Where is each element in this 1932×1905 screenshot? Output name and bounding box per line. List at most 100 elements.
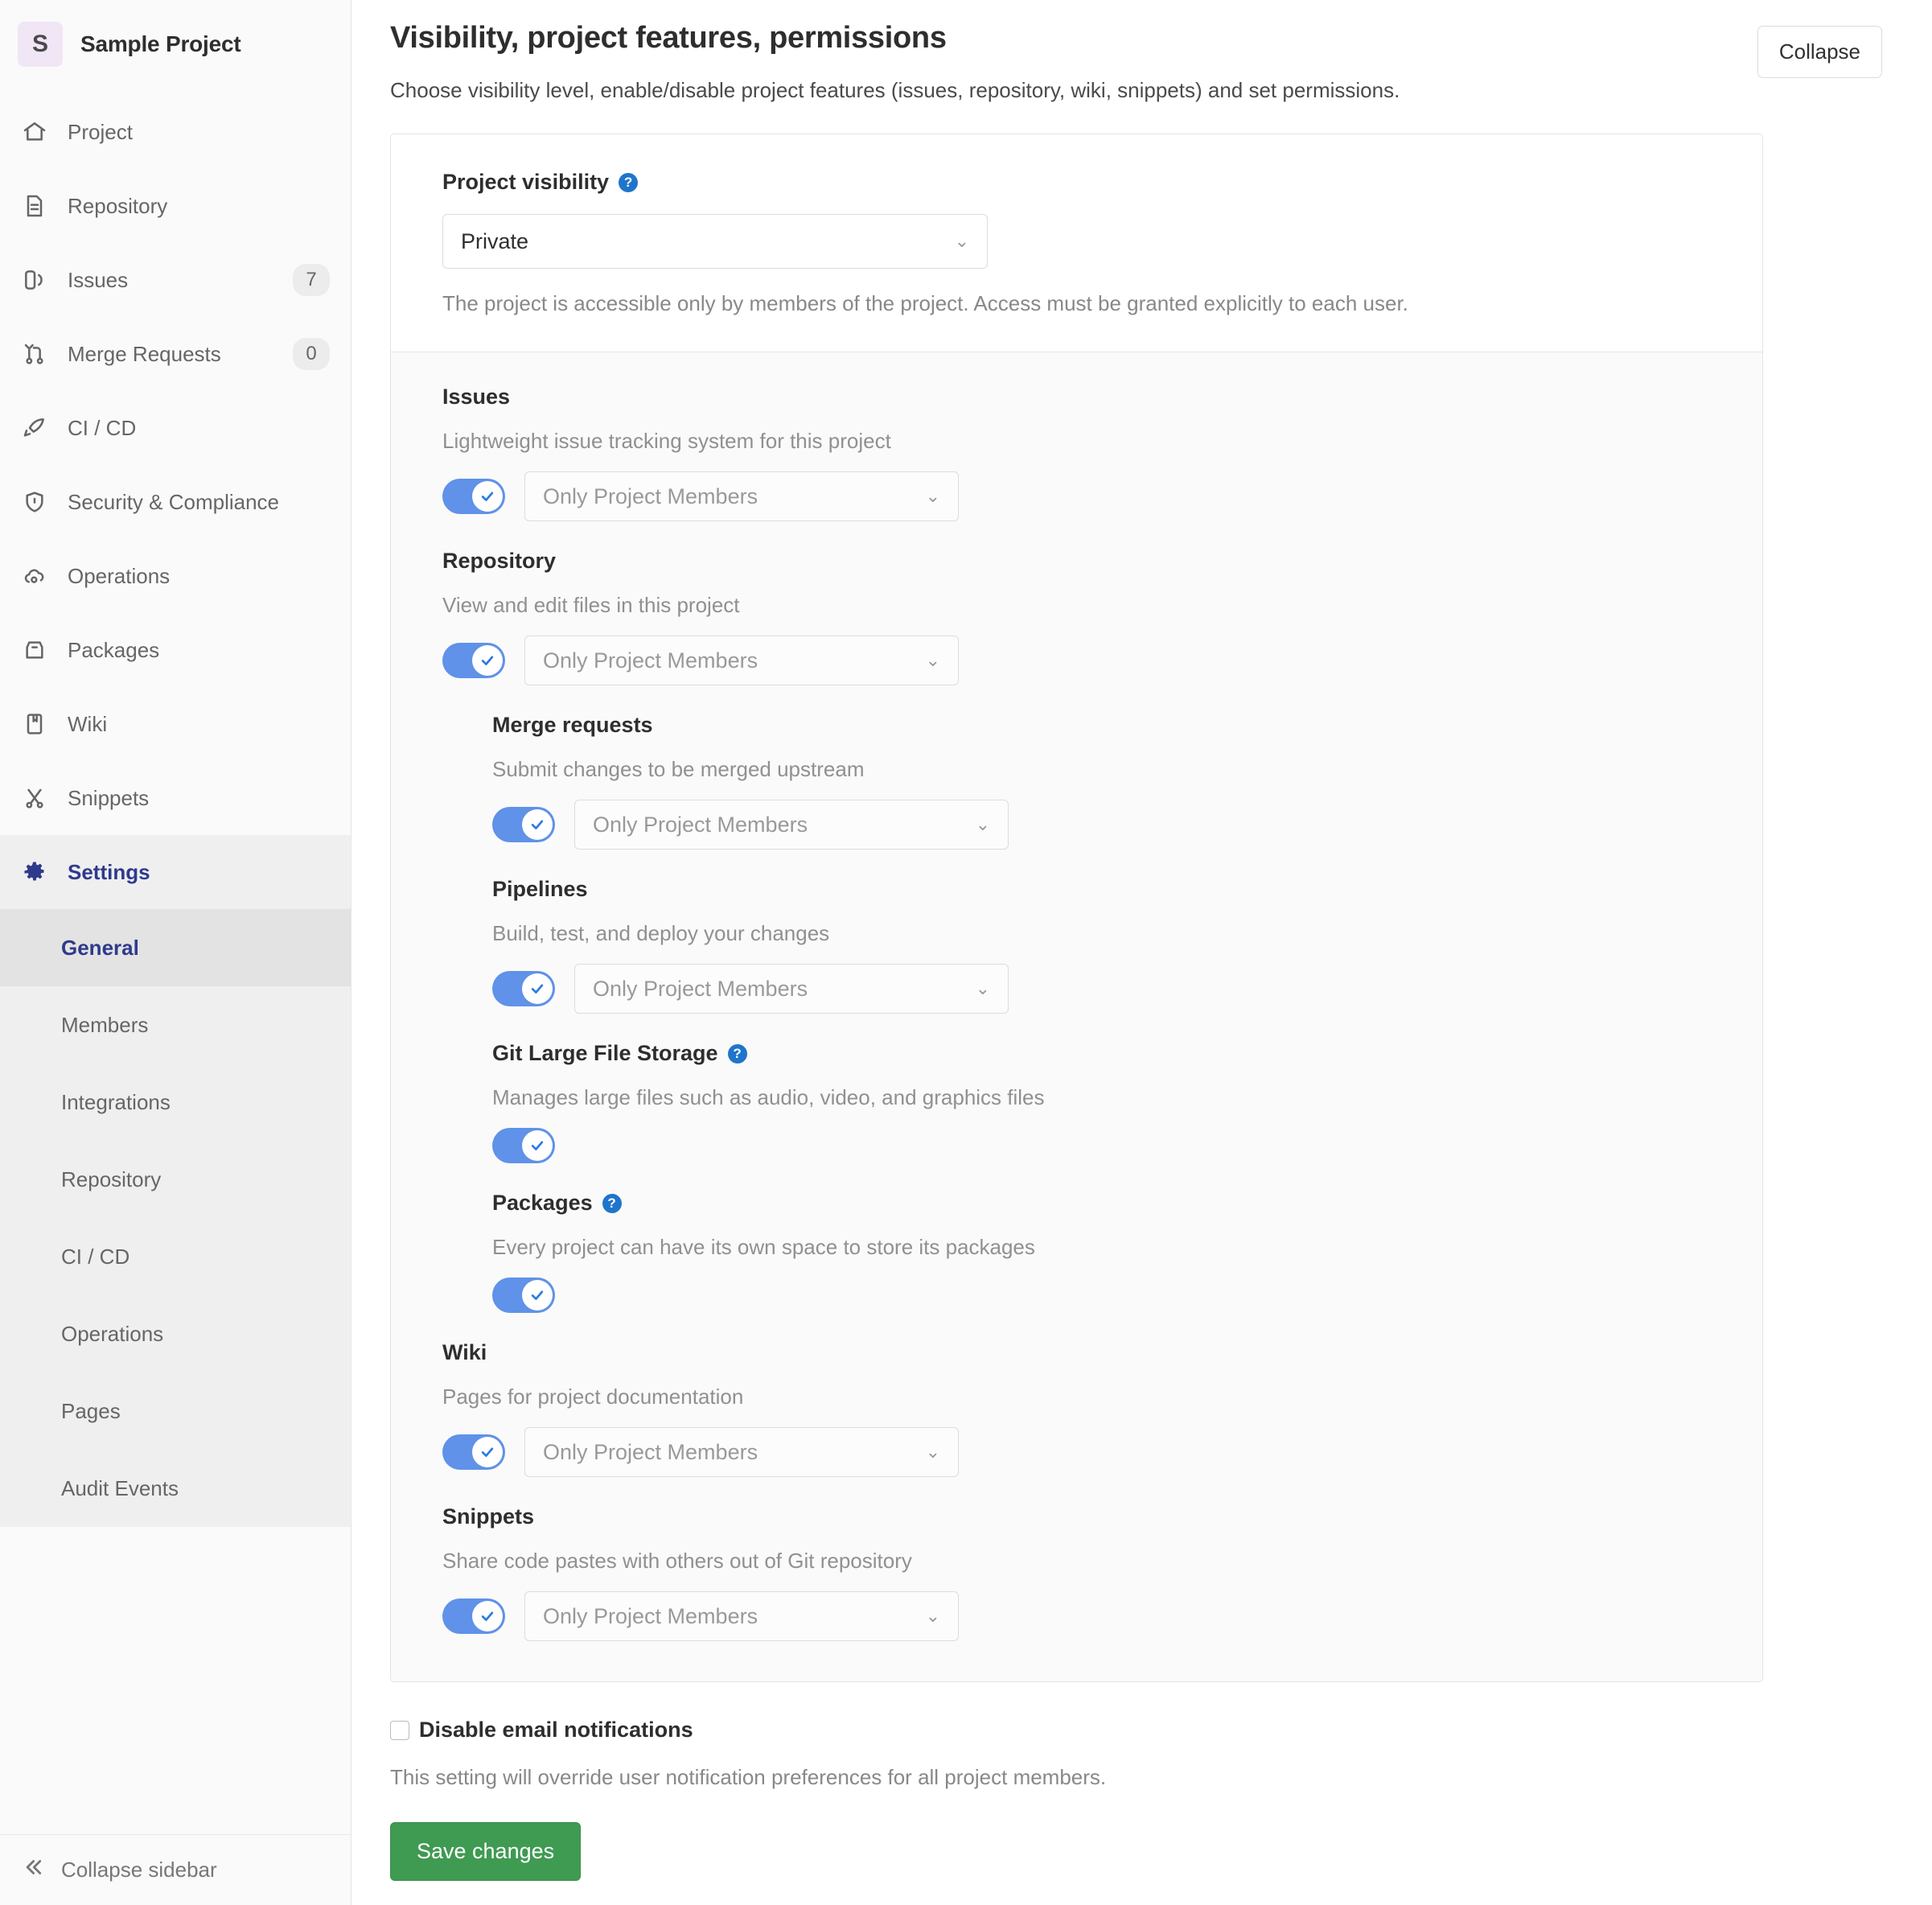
project-visibility-description: The project is accessible only by member… (442, 291, 1408, 315)
check-icon (472, 1601, 503, 1631)
feature-wiki: Wiki Pages for project documentation Onl… (442, 1340, 1762, 1477)
disable-email-notifications-row: Disable email notifications (390, 1718, 1884, 1742)
feature-access-select-snippets[interactable]: Only Project Members ⌄ (524, 1591, 959, 1641)
project-visibility-label-row: Project visibility ? (442, 170, 1762, 195)
project-visibility-label: Project visibility (442, 170, 610, 194)
chevron-down-icon: ⌄ (975, 814, 990, 834)
chevron-double-left-icon (21, 1855, 45, 1885)
project-features-section: Issues Lightweight issue tracking system… (391, 352, 1762, 1681)
project-name: Sample Project (80, 31, 241, 56)
feature-repository: Repository View and edit files in this p… (442, 549, 1762, 685)
sidebar-item-settings-operations[interactable]: Operations (0, 1295, 351, 1372)
sidebar-item-label: CI / CD (68, 415, 137, 440)
save-changes-button[interactable]: Save changes (390, 1822, 582, 1881)
feature-description: Manages large files such as audio, video… (492, 1085, 1045, 1109)
main-content: Collapse Visibility, project features, p… (351, 0, 1932, 1905)
feature-description: Build, test, and deploy your changes (492, 921, 830, 945)
question-mark-icon[interactable]: ? (727, 1043, 747, 1064)
project-visibility-value: Private (461, 228, 529, 253)
feature-snippets: Snippets Share code pastes with others o… (442, 1504, 1762, 1641)
sidebar-item-project[interactable]: Project (0, 95, 351, 169)
feature-access-select-issues[interactable]: Only Project Members ⌄ (524, 471, 959, 521)
feature-access-value: Only Project Members (593, 812, 808, 837)
project-visibility-section: Project visibility ? Private ⌄ The proje… (391, 134, 1762, 352)
sidebar-project-header[interactable]: S Sample Project (0, 0, 351, 88)
feature-title: Snippets (442, 1504, 535, 1529)
sidebar-item-label: Snippets (68, 785, 150, 810)
feature-access-select-pipelines[interactable]: Only Project Members ⌄ (574, 964, 1009, 1014)
sidebar-item-security-compliance[interactable]: Security & Compliance (0, 465, 351, 539)
collapse-button[interactable]: Collapse (1757, 26, 1882, 78)
feature-controls: Only Project Members ⌄ (442, 1591, 1762, 1641)
feature-controls (492, 1128, 1762, 1163)
check-icon (522, 809, 553, 840)
feature-toggle-merge-requests[interactable] (492, 807, 555, 842)
feature-access-select-wiki[interactable]: Only Project Members ⌄ (524, 1427, 959, 1477)
feature-toggle-repository[interactable] (442, 643, 505, 678)
sidebar-item-issues[interactable]: Issues 7 (0, 243, 351, 317)
sidebar-item-repository[interactable]: Repository (0, 169, 351, 243)
sidebar-item-settings-repository[interactable]: Repository (0, 1141, 351, 1218)
feature-title: Issues (442, 385, 511, 409)
sidebar-item-packages[interactable]: Packages (0, 613, 351, 687)
chevron-down-icon: ⌄ (954, 231, 969, 251)
sidebar-item-snippets[interactable]: Snippets (0, 761, 351, 835)
check-icon (472, 481, 503, 512)
scissors-icon (21, 784, 48, 812)
avatar: S (18, 22, 63, 67)
collapse-sidebar-button[interactable]: Collapse sidebar (0, 1834, 351, 1905)
sidebar-item-settings-ci-cd[interactable]: CI / CD (0, 1218, 351, 1295)
feature-toggle-pipelines[interactable] (492, 971, 555, 1006)
feature-issues: Issues Lightweight issue tracking system… (442, 385, 1762, 521)
feature-merge-requests: Merge requests Submit changes to be merg… (492, 713, 1762, 850)
doc-icon (21, 192, 48, 220)
feature-toggle-snippets[interactable] (442, 1598, 505, 1634)
project-sidebar: S Sample Project Project Repository Issu… (0, 0, 351, 1905)
feature-toggle-issues[interactable] (442, 479, 505, 514)
sidebar-item-settings-pages[interactable]: Pages (0, 1372, 351, 1450)
sidebar-item-settings-integrations[interactable]: Integrations (0, 1064, 351, 1141)
question-mark-icon[interactable]: ? (602, 1193, 622, 1213)
feature-controls: Only Project Members ⌄ (492, 964, 1762, 1014)
feature-toggle-wiki[interactable] (442, 1434, 505, 1470)
sidebar-item-label: Wiki (68, 711, 108, 736)
sidebar-settings-section: Settings General Members Integrations Re… (0, 835, 351, 1527)
sidebar-item-settings-members[interactable]: Members (0, 986, 351, 1064)
feature-title: Pipelines (492, 877, 588, 901)
check-icon (522, 1280, 553, 1310)
disable-email-notifications-help: This setting will override user notifica… (390, 1765, 1107, 1789)
feature-toggle-git-lfs[interactable] (492, 1128, 555, 1163)
feature-description: Share code pastes with others out of Git… (442, 1549, 912, 1573)
visibility-features-card: Project visibility ? Private ⌄ The proje… (390, 134, 1763, 1682)
sidebar-badge-issues: 7 (293, 264, 330, 296)
feature-access-select-merge-requests[interactable]: Only Project Members ⌄ (574, 800, 1009, 850)
feature-access-select-repository[interactable]: Only Project Members ⌄ (524, 636, 959, 685)
sidebar-nav: Project Repository Issues 7 Merge Reques… (0, 88, 351, 1527)
feature-description: Pages for project documentation (442, 1385, 744, 1409)
book-icon (21, 710, 48, 738)
chevron-down-icon: ⌄ (925, 486, 940, 506)
disable-email-notifications-checkbox[interactable] (390, 1720, 409, 1740)
question-mark-icon[interactable]: ? (619, 172, 639, 192)
sidebar-item-merge-requests[interactable]: Merge Requests 0 (0, 317, 351, 391)
sidebar-item-settings-general[interactable]: General (0, 909, 351, 986)
sidebar-item-label: Settings (68, 859, 150, 884)
feature-title-row: Packages ? (492, 1191, 1762, 1216)
feature-access-value: Only Project Members (543, 648, 758, 673)
feature-pipelines: Pipelines Build, test, and deploy your c… (492, 877, 1762, 1014)
chevron-down-icon: ⌄ (925, 1606, 940, 1626)
project-visibility-select[interactable]: Private ⌄ (442, 214, 988, 269)
sidebar-item-label: Issues (68, 267, 129, 292)
feature-controls: Only Project Members ⌄ (442, 471, 1762, 521)
feature-controls: Only Project Members ⌄ (442, 636, 1762, 685)
sidebar-item-settings-audit-events[interactable]: Audit Events (0, 1450, 351, 1527)
shield-icon (21, 488, 48, 516)
sidebar-item-settings[interactable]: Settings (0, 835, 351, 909)
feature-access-value: Only Project Members (543, 1603, 758, 1628)
feature-title: Wiki (442, 1340, 487, 1364)
page-title: Visibility, project features, permission… (390, 21, 947, 55)
sidebar-item-operations[interactable]: Operations (0, 539, 351, 613)
sidebar-item-wiki[interactable]: Wiki (0, 687, 351, 761)
feature-toggle-packages[interactable] (492, 1278, 555, 1313)
sidebar-item-ci-cd[interactable]: CI / CD (0, 391, 351, 465)
